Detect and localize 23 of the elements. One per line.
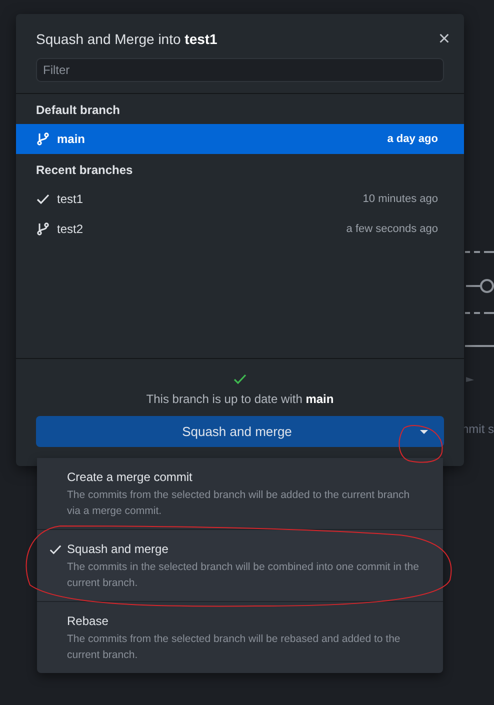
merge-button[interactable]: Squash and merge	[36, 416, 404, 447]
option-description: The commits from the selected branch will be rebased and added to the current branch.	[67, 632, 402, 663]
dropdown-button[interactable]	[404, 416, 444, 447]
option-title: Create a merge commit	[67, 470, 194, 484]
option-title: Rebase	[67, 614, 110, 628]
branch-item[interactable]: test2 a few seconds ago	[16, 214, 464, 244]
caret-icon	[420, 430, 428, 434]
menu-option[interactable]: Squash and merge The commits in the selected branch will be combined into one commit in the current branch.	[37, 529, 443, 601]
section-heading: Recent branches	[36, 163, 133, 177]
menu-option[interactable]: Create a merge commit The commits from the selected branch will be added to the current branch via a merge commit.	[37, 458, 443, 529]
branch-item[interactable]: test1 10 minutes ago	[16, 184, 464, 214]
filter-field[interactable]: Filter	[36, 58, 444, 82]
check-icon	[233, 372, 247, 386]
option-title: Squash and merge	[67, 542, 170, 556]
check-icon	[48, 543, 62, 556]
option-description: The commits in the selected branch will be combined into one commit in the current branch.	[67, 560, 419, 591]
menu-option[interactable]: Rebase The commits from the selected branch will be rebased and added to the current branch.	[37, 601, 443, 673]
close-button[interactable]: ×	[438, 31, 450, 47]
dialog-title: Squash and Merge into test1	[36, 31, 218, 47]
status-text: This branch is up to date with main	[146, 392, 334, 406]
branch-item[interactable]: main a day ago	[16, 124, 464, 154]
option-description: The commits from the selected branch will be added to the current branch via a merge commit.	[67, 488, 411, 519]
section-heading: Default branch	[36, 103, 120, 117]
